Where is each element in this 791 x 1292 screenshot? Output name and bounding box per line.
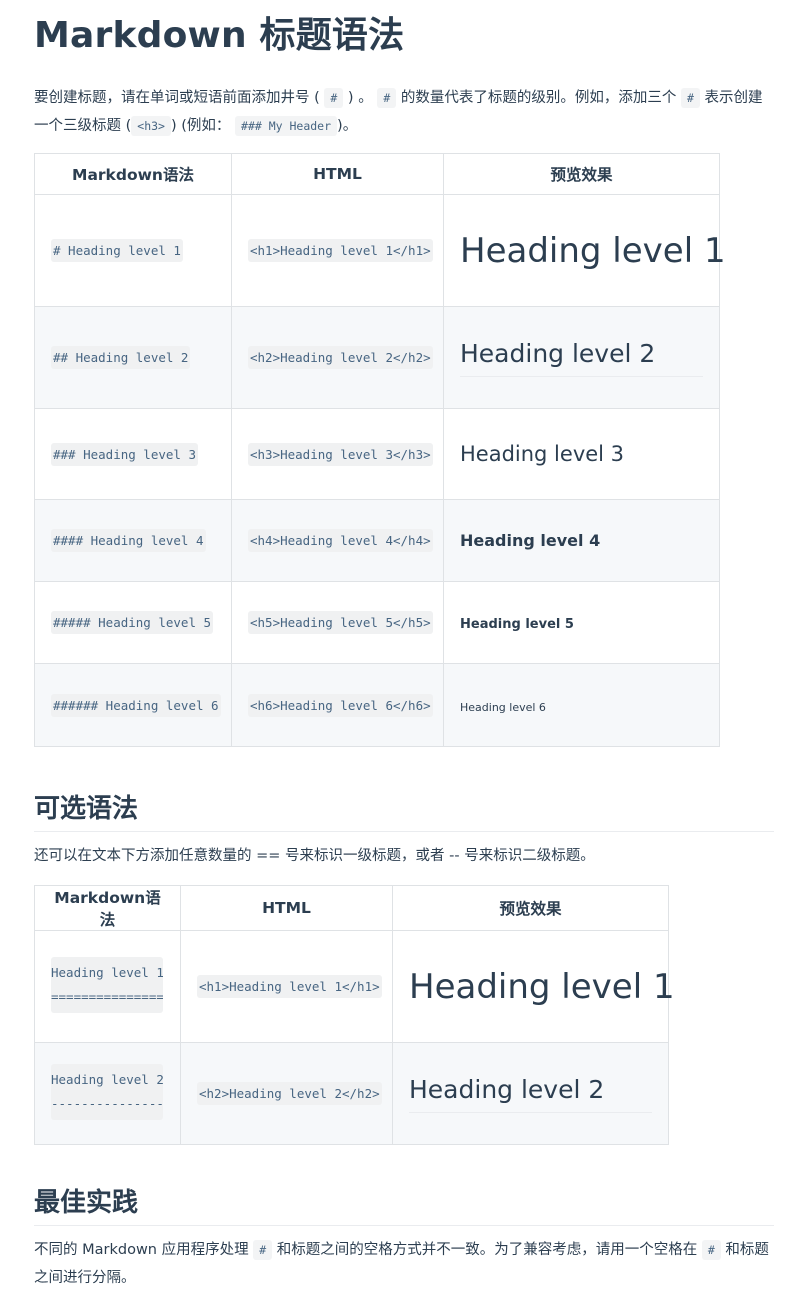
markdown-code: #### Heading level 4 bbox=[51, 529, 206, 552]
column-header-preview: 预览效果 bbox=[392, 885, 669, 931]
html-code: <h6>Heading level 6</h6> bbox=[248, 693, 433, 717]
intro-paragraph: 要创建标题，请在单词或短语前面添加井号 ( # ) 。 # 的数量代表了标题的级… bbox=[34, 84, 774, 140]
markdown-code: ##### Heading level 5 bbox=[51, 611, 214, 634]
intro-text-1: 要创建标题，请在单词或短语前面添加井号 ( bbox=[34, 90, 320, 106]
html-code: <h1>Heading level 1</h1> bbox=[248, 239, 433, 262]
preview-heading-6: Heading level 6 bbox=[460, 700, 546, 714]
preview-heading-2: Heading level 2 bbox=[409, 1075, 652, 1113]
best-text-2: 和标题之间的空格方式并不一致。为了兼容考虑，请用一个空格在 bbox=[276, 1242, 698, 1258]
markdown-code: # Heading level 1 bbox=[51, 239, 183, 262]
table-header-row: Markdown语法 HTML 预览效果 bbox=[34, 885, 669, 931]
html-code: <h3>Heading level 3</h3> bbox=[248, 442, 433, 466]
preview-heading-3: Heading level 3 bbox=[460, 442, 625, 466]
markdown-code: ### Heading level 3 bbox=[51, 442, 198, 466]
column-header-preview: 预览效果 bbox=[443, 153, 720, 195]
preview-heading-2: Heading level 2 bbox=[460, 339, 703, 377]
markdown-code: ## Heading level 2 bbox=[51, 346, 191, 369]
best-text-1: 不同的 Markdown 应用程序处理 bbox=[34, 1242, 249, 1258]
heading-syntax-table: Markdown语法 HTML 预览效果 # Heading level 1 <… bbox=[34, 153, 726, 747]
table-row: ##### Heading level 5 <h5>Heading level … bbox=[34, 581, 720, 664]
section-heading-best-practices: 最佳实践 bbox=[34, 1182, 774, 1226]
html-code: <h1>Heading level 1</h1> bbox=[197, 975, 382, 998]
alternate-syntax-paragraph: 还可以在文本下方添加任意数量的 == 号来标识一级标题，或者 -- 号来标识二级… bbox=[34, 848, 595, 864]
column-header-html: HTML bbox=[231, 153, 444, 195]
preview-heading-1: Heading level 1 bbox=[409, 966, 675, 1007]
intro-text-2: ) 。 bbox=[347, 90, 373, 106]
intro-code-example: ### My Header bbox=[235, 116, 338, 136]
section-heading-alternate-syntax: 可选语法 bbox=[34, 788, 774, 832]
html-code: <h2>Heading level 2</h2> bbox=[248, 346, 433, 369]
markdown-code-block: Heading level 1 =============== bbox=[51, 956, 163, 1013]
column-header-markdown: Markdown语法 bbox=[34, 885, 181, 931]
html-code: <h5>Heading level 5</h5> bbox=[248, 611, 433, 634]
intro-code-h3: <h3> bbox=[131, 116, 171, 136]
column-header-markdown: Markdown语法 bbox=[34, 153, 232, 195]
preview-heading-4: Heading level 4 bbox=[460, 531, 601, 550]
column-header-html: HTML bbox=[180, 885, 393, 931]
page-title: Markdown 标题语法 bbox=[34, 15, 405, 56]
markdown-code-block: Heading level 2 --------------- bbox=[51, 1063, 163, 1120]
table-row: # Heading level 1 <h1>Heading level 1</h… bbox=[34, 194, 726, 307]
table-row: ## Heading level 2 <h2>Heading level 2</… bbox=[34, 306, 720, 409]
table-row: ### Heading level 3 <h3>Heading level 3<… bbox=[34, 408, 720, 500]
table-header-row: Markdown语法 HTML 预览效果 bbox=[34, 153, 720, 195]
table-row: Heading level 1 =============== <h1>Head… bbox=[34, 930, 675, 1043]
table-row: Heading level 2 --------------- <h2>Head… bbox=[34, 1042, 669, 1145]
preview-heading-1: Heading level 1 bbox=[460, 230, 726, 271]
intro-text-6: )。 bbox=[337, 118, 358, 134]
intro-code-hash-3: # bbox=[680, 88, 700, 108]
html-code: <h4>Heading level 4</h4> bbox=[248, 529, 433, 552]
best-code-hash-2: # bbox=[701, 1240, 721, 1260]
intro-text-3: 的数量代表了标题的级别。例如，添加三个 bbox=[400, 90, 677, 106]
table-row: ###### Heading level 6 <h6>Heading level… bbox=[34, 663, 720, 747]
document-page: Markdown 标题语法 要创建标题，请在单词或短语前面添加井号 ( # ) … bbox=[0, 0, 791, 1291]
intro-text-5: ) (例如： bbox=[170, 118, 231, 134]
markdown-code: ###### Heading level 6 bbox=[51, 693, 221, 717]
intro-code-hash-1: # bbox=[324, 88, 344, 108]
preview-heading-5: Heading level 5 bbox=[460, 617, 574, 632]
html-code: <h2>Heading level 2</h2> bbox=[197, 1082, 382, 1105]
table-row: #### Heading level 4 <h4>Heading level 4… bbox=[34, 499, 720, 582]
intro-code-hash-2: # bbox=[377, 88, 397, 108]
alternate-syntax-table: Markdown语法 HTML 预览效果 Heading level 1 ===… bbox=[34, 885, 675, 1145]
best-code-hash-1: # bbox=[253, 1240, 273, 1260]
best-practices-paragraph: 不同的 Markdown 应用程序处理 # 和标题之间的空格方式并不一致。为了兼… bbox=[34, 1236, 774, 1292]
